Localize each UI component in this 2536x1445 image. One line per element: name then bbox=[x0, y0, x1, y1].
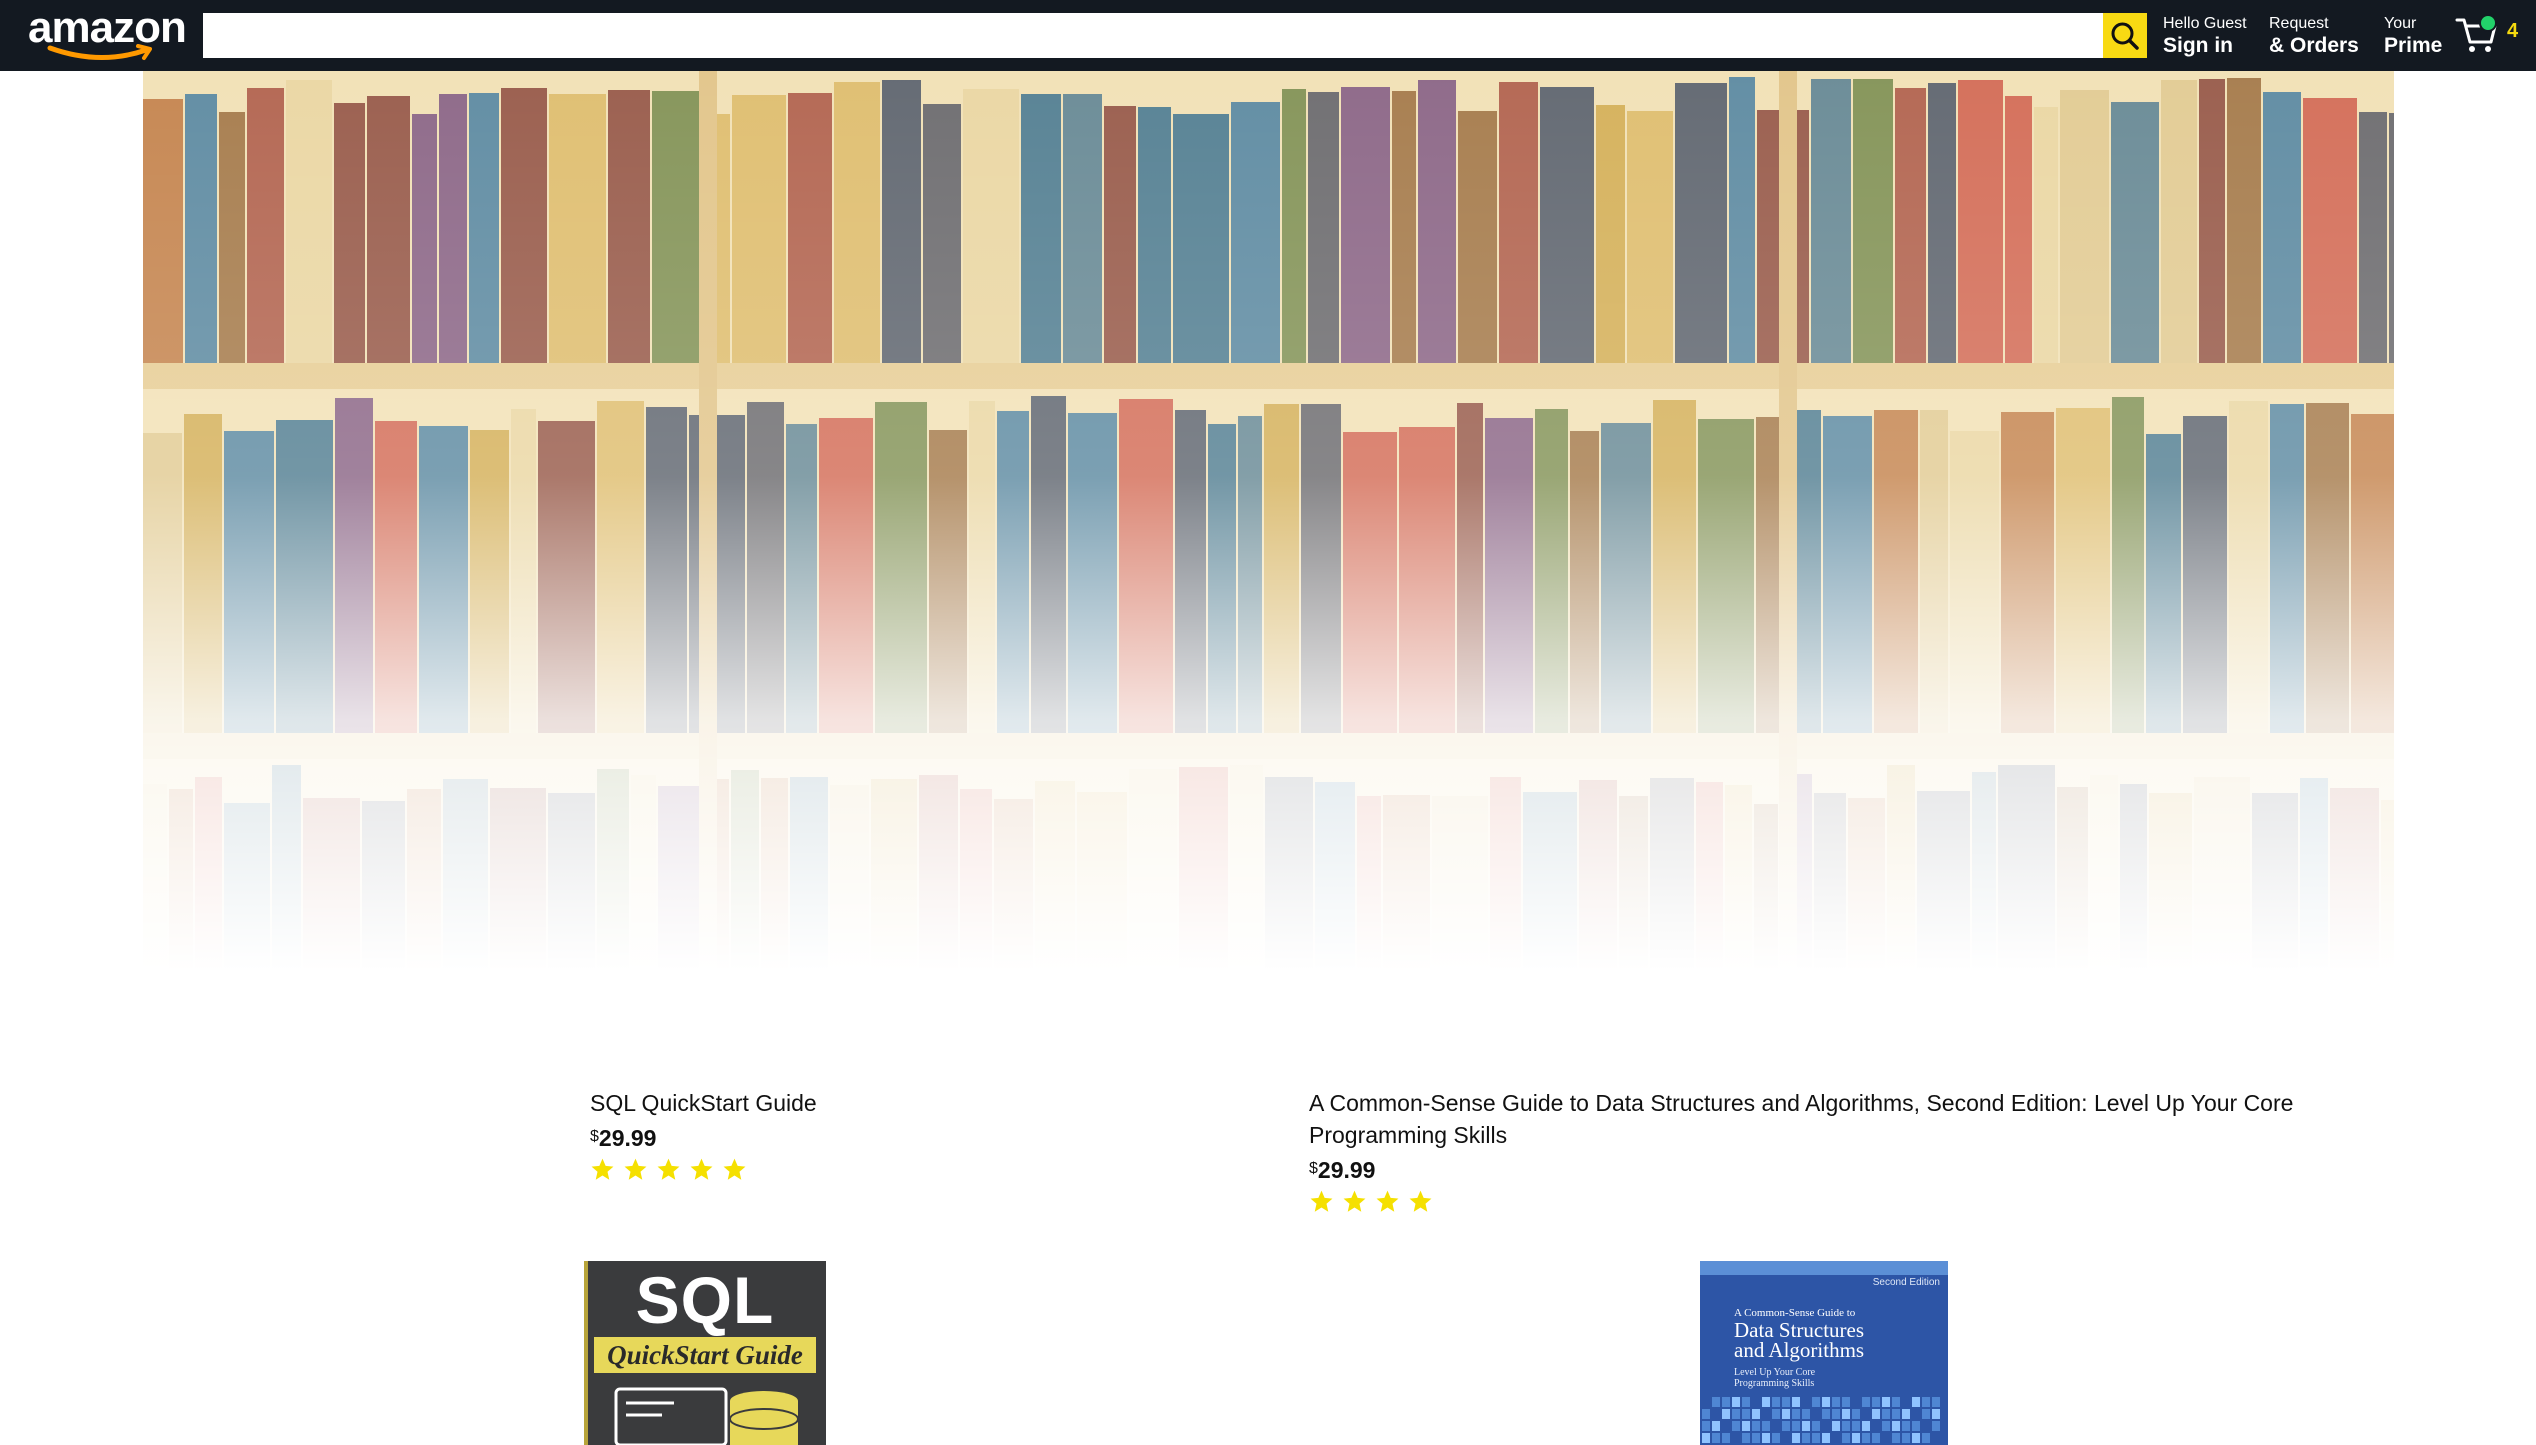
smile-arrow-icon bbox=[47, 44, 152, 60]
prime-line2: Prime bbox=[2384, 34, 2443, 57]
product-price: $29.99 bbox=[1309, 1156, 2369, 1184]
star-icon bbox=[690, 1158, 713, 1180]
price-value: 29.99 bbox=[598, 1125, 657, 1151]
cover-line3: and Algorithms bbox=[1734, 1338, 1865, 1362]
product-card: SQL QuickStart Guide $29.99 bbox=[590, 1087, 1210, 1182]
cart-notification-dot bbox=[2479, 14, 2497, 32]
navbar: amazon Hello Guest Sign in Request & Ord… bbox=[0, 0, 2536, 71]
database-icon bbox=[614, 1387, 799, 1445]
star-icon bbox=[723, 1158, 746, 1180]
account-greeting: Hello Guest bbox=[2163, 15, 2247, 32]
star-rating bbox=[590, 1157, 1210, 1182]
price-value: 29.99 bbox=[1317, 1157, 1376, 1183]
product-cover-sql[interactable]: SQL QuickStart Guide bbox=[584, 1261, 826, 1445]
product-title[interactable]: A Common-Sense Guide to Data Structures … bbox=[1309, 1087, 2369, 1151]
cover-line4: Level Up Your Core bbox=[1734, 1367, 1816, 1378]
star-icon bbox=[1409, 1190, 1432, 1212]
cover-pattern bbox=[1702, 1397, 1940, 1443]
prime-link[interactable]: Your Prime bbox=[2384, 14, 2442, 59]
product-title[interactable]: SQL QuickStart Guide bbox=[590, 1087, 1210, 1119]
banner-fade-overlay bbox=[143, 71, 2394, 971]
search-button[interactable] bbox=[2103, 13, 2147, 58]
cart-count: 4 bbox=[2507, 20, 2519, 42]
star-icon bbox=[624, 1158, 647, 1180]
price-currency: $ bbox=[1309, 1160, 1318, 1177]
product-cover-dsa[interactable]: Second Edition A Common-Sense Guide to D… bbox=[1700, 1261, 1948, 1445]
cover-line5: Programming Skills bbox=[1734, 1378, 1815, 1389]
cover-edition: Second Edition bbox=[1872, 1277, 1940, 1288]
account-signin-link[interactable]: Hello Guest Sign in bbox=[2163, 14, 2247, 59]
cart-button[interactable]: 4 bbox=[2455, 12, 2525, 58]
product-price: $29.99 bbox=[590, 1124, 1210, 1152]
account-signin-label: Sign in bbox=[2163, 34, 2233, 57]
orders-link[interactable]: Request & Orders bbox=[2269, 14, 2359, 59]
star-rating bbox=[1309, 1189, 2369, 1214]
search-icon bbox=[2111, 22, 2139, 50]
cover-top-band bbox=[1700, 1261, 1948, 1275]
star-icon bbox=[657, 1158, 680, 1180]
search-input[interactable] bbox=[203, 13, 2103, 58]
orders-line2: & Orders bbox=[2269, 34, 2359, 57]
product-card: A Common-Sense Guide to Data Structures … bbox=[1309, 1087, 2369, 1214]
hero-banner bbox=[143, 71, 2394, 971]
price-currency: $ bbox=[590, 1128, 599, 1145]
star-icon bbox=[1343, 1190, 1366, 1212]
prime-line1: Your bbox=[2384, 15, 2417, 32]
amazon-logo[interactable]: amazon bbox=[28, 6, 187, 62]
star-icon bbox=[1310, 1190, 1333, 1212]
orders-line1: Request bbox=[2269, 15, 2329, 32]
star-icon bbox=[1376, 1190, 1399, 1212]
cover-subtitle: QuickStart Guide bbox=[594, 1337, 816, 1373]
cover-title: SQL bbox=[635, 1263, 775, 1337]
star-icon bbox=[591, 1158, 614, 1180]
